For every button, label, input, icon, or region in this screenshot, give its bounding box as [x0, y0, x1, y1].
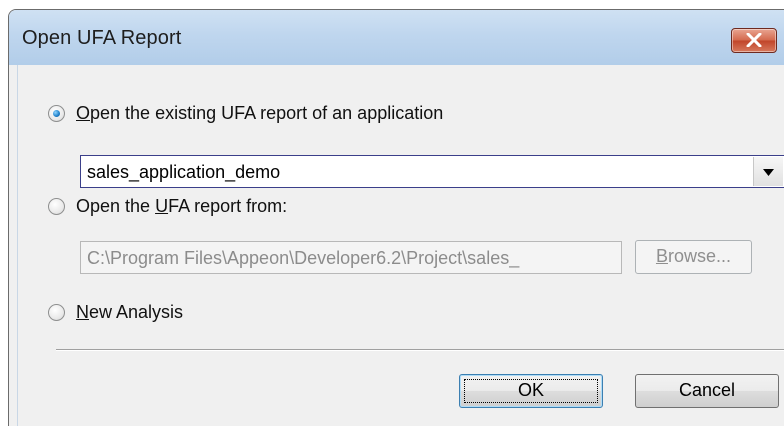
radio-new-analysis[interactable]: New Analysis — [48, 302, 183, 323]
radio-button-checked[interactable] — [48, 105, 65, 122]
radio-button-unchecked[interactable] — [48, 304, 65, 321]
dialog-body: Open the existing UFA report of an appli… — [17, 65, 784, 426]
browse-button[interactable]: Browse... — [635, 240, 752, 274]
radio-open-from[interactable]: Open the UFA report from: — [48, 196, 287, 217]
radio-open-existing[interactable]: Open the existing UFA report of an appli… — [48, 103, 443, 124]
window-title: Open UFA Report — [22, 27, 182, 49]
chevron-down-icon — [763, 169, 774, 176]
radio-open-from-label: Open the UFA report from: — [76, 196, 288, 216]
application-select-dropdown-button[interactable] — [753, 157, 783, 186]
report-path-input[interactable]: C:\Program Files\Appeon\Developer6.2\Pro… — [80, 241, 622, 274]
open-ufa-report-dialog: Open UFA Report Open the existing UFA re… — [8, 9, 784, 426]
close-x-icon — [746, 33, 762, 47]
ok-button[interactable]: OK — [459, 374, 603, 408]
cancel-button-label: Cancel — [678, 380, 736, 400]
close-button[interactable] — [731, 28, 777, 53]
separator — [56, 349, 784, 351]
report-path-value: C:\Program Files\Appeon\Developer6.2\Pro… — [87, 248, 520, 268]
cancel-button[interactable]: Cancel — [635, 374, 779, 408]
radio-new-analysis-label: New Analysis — [76, 302, 184, 322]
radio-button-unchecked[interactable] — [48, 198, 65, 215]
radio-open-existing-label: Open the existing UFA report of an appli… — [76, 103, 444, 123]
application-select-value: sales_application_demo — [87, 162, 281, 182]
focus-rectangle — [464, 379, 598, 403]
title-bar: Open UFA Report — [9, 10, 784, 65]
application-select[interactable]: sales_application_demo — [80, 155, 784, 188]
